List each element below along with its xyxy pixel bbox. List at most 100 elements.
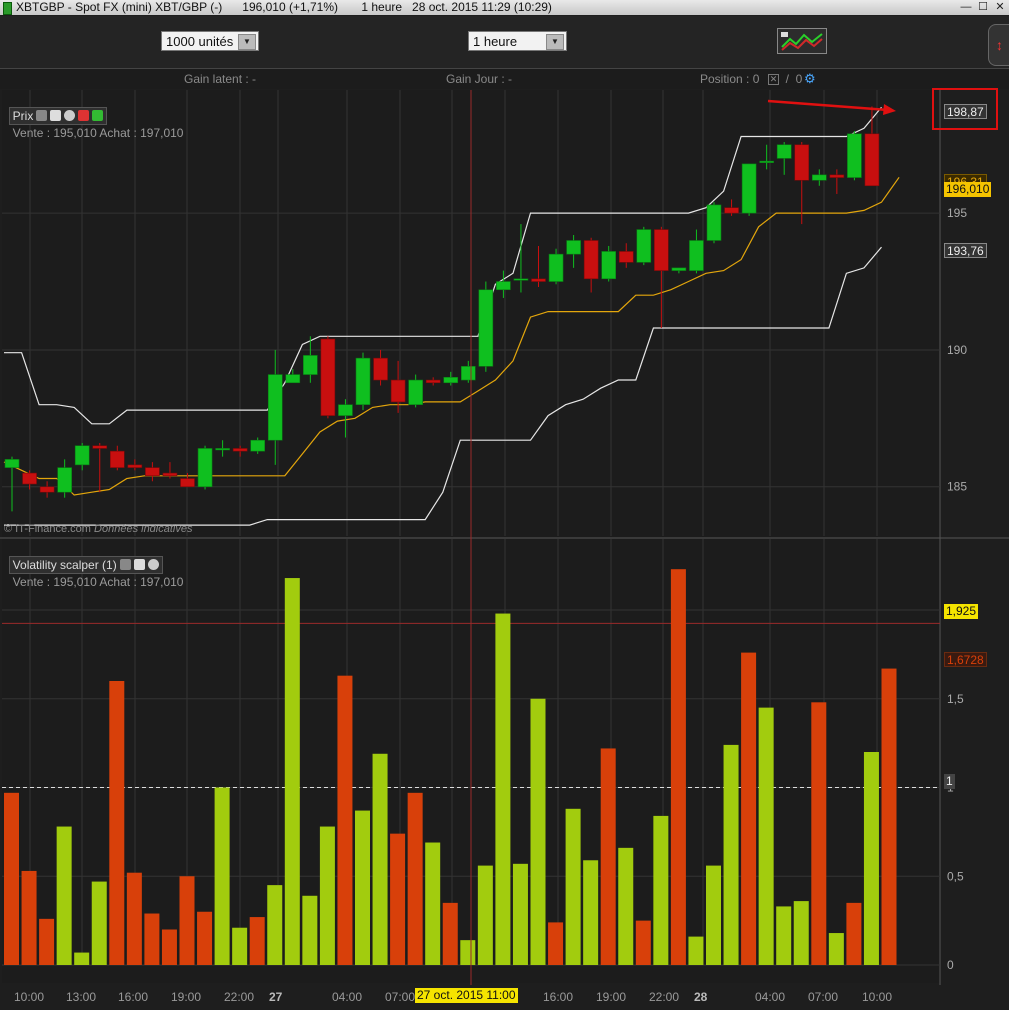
volatility-bar [197, 911, 213, 965]
volatility-bar [583, 860, 599, 965]
volatility-bar [460, 940, 476, 965]
x-tick-label: 27 [269, 990, 283, 1004]
volatility-bar [495, 613, 511, 965]
candle-body [724, 207, 739, 214]
lower-band-label: 193,76 [944, 243, 987, 258]
close-panel-icon[interactable] [64, 110, 76, 121]
indicator-tick-label: 0 [947, 958, 954, 972]
candle-body [583, 240, 599, 280]
candle-body [57, 467, 72, 493]
x-tick-label: 10:00 [862, 990, 893, 1004]
x-tick-label: 10:00 [14, 990, 45, 1004]
candle-body [74, 445, 90, 466]
volatility-bar [267, 885, 283, 965]
volatility-bar [512, 863, 528, 965]
price-panel-header: Prix Vente : 195,010 Achat : 197,010 [2, 91, 183, 140]
candle-body [110, 450, 125, 468]
volatility-bar [39, 918, 55, 965]
candle-body [303, 355, 318, 375]
x-tick-label: 16:00 [543, 990, 574, 1004]
wrench-icon[interactable] [119, 559, 131, 570]
volatility-bar [565, 808, 581, 965]
x-tick-label: 22:00 [224, 990, 255, 1004]
level-label: 1,925 [944, 604, 979, 619]
volatility-bar [653, 815, 669, 965]
x-tick-label: 19:00 [171, 990, 202, 1004]
x-tick-label: 07:00 [385, 990, 416, 1004]
candle-body [829, 174, 845, 178]
indicator-panel-title: Volatility scalper (1) [12, 558, 117, 572]
volatility-bar [21, 870, 37, 965]
candle-body [22, 472, 37, 485]
volatility-bar [635, 920, 651, 965]
candle-body [145, 467, 160, 477]
candle-body [390, 379, 406, 403]
volatility-bar [56, 826, 72, 965]
volatility-bar [425, 842, 441, 965]
close-panel-icon[interactable] [147, 559, 159, 570]
candle-body [338, 404, 353, 416]
candle-body [847, 133, 862, 178]
volatility-bar [232, 927, 248, 965]
candle-body [232, 448, 248, 452]
volatility-bar [688, 936, 704, 965]
candle-body [355, 357, 371, 405]
candle-body [618, 251, 634, 263]
x-tick-label: 04:00 [332, 990, 363, 1004]
indicator-tick-label: 1,5 [947, 692, 964, 706]
volatility-bar [284, 578, 300, 965]
volatility-bar [390, 833, 406, 965]
price-panel-quote: Vente : 195,010 Achat : 197,010 [12, 126, 184, 140]
candle-body [215, 448, 230, 451]
candle-body [460, 366, 476, 381]
candle-body [197, 448, 213, 488]
volatility-bar [161, 929, 177, 965]
candle-body [285, 374, 301, 384]
candle-body [180, 478, 195, 488]
candle-body [741, 163, 757, 214]
volatility-bar [793, 901, 809, 965]
volatility-bar [670, 569, 686, 965]
x-tick-label: 28 [694, 990, 708, 1004]
indicator-panel-tab[interactable]: Volatility scalper (1) [8, 556, 163, 574]
volatility-bar [144, 913, 160, 965]
volatility-bar [548, 922, 564, 965]
candle-body [250, 439, 265, 452]
x-tick-label: 04:00 [755, 990, 786, 1004]
price-tick-label: 195 [947, 206, 967, 220]
indicator-tick-label: 0,5 [947, 869, 964, 883]
window-icon[interactable] [50, 110, 62, 121]
volatility-bar [214, 787, 230, 965]
candle-body [706, 204, 722, 241]
candle-body [531, 278, 546, 282]
candle-body [689, 240, 704, 271]
candle-body [636, 229, 652, 263]
candle-body [654, 229, 669, 271]
candle-body [496, 281, 511, 291]
volatility-bar [126, 872, 142, 965]
candle-body [443, 377, 459, 384]
x-tick-label: 13:00 [66, 990, 97, 1004]
volatility-bar [758, 707, 774, 965]
candle-body [39, 486, 55, 493]
price-panel-tab[interactable]: Prix [8, 107, 108, 125]
sell-icon[interactable] [78, 110, 90, 121]
candle-body [127, 464, 143, 468]
candle-body [811, 174, 827, 181]
buy-icon[interactable] [92, 110, 104, 121]
candle-body [92, 445, 108, 449]
candle-body [794, 144, 810, 181]
volatility-bar [776, 906, 792, 965]
indicator-panel-header: Volatility scalper (1) Vente : 195,010 A… [2, 540, 183, 589]
x-tick-label: 22:00 [649, 990, 680, 1004]
volatility-bar [530, 698, 546, 965]
volatility-bar [74, 952, 90, 965]
window-icon[interactable] [133, 559, 145, 570]
candle-body [408, 379, 423, 405]
volatility-bar [741, 652, 757, 965]
volatility-bar [477, 865, 493, 965]
volatility-bar [179, 876, 195, 965]
candle-body [864, 133, 880, 187]
wrench-icon[interactable] [36, 110, 48, 121]
volatility-bar [337, 675, 353, 965]
